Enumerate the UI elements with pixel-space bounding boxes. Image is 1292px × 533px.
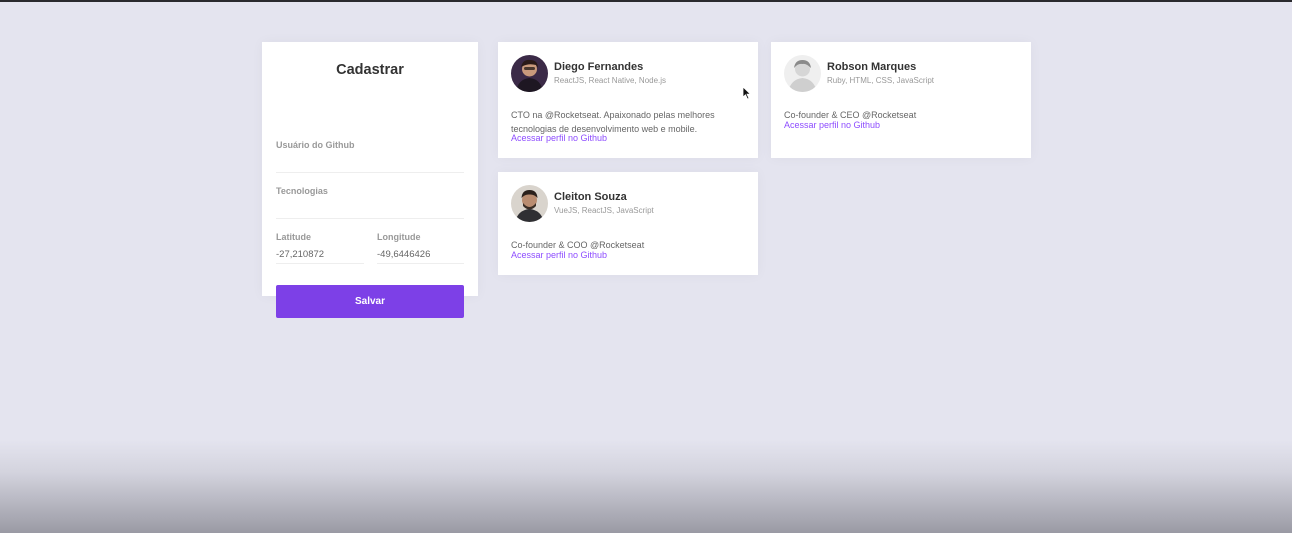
dev-name: Robson Marques [827,61,917,73]
dev-techs: ReactJS, React Native, Node.js [554,76,667,85]
dev-card: Robson Marques Ruby, HTML, CSS, JavaScri… [771,42,1031,158]
dev-card: Diego Fernandes ReactJS, React Native, N… [498,42,758,158]
bottom-shadow-overlay [0,440,1292,533]
dev-card: Cleiton Souza VueJS, ReactJS, JavaScript… [498,172,758,275]
form-title: Cadastrar [336,62,404,78]
github-username-input[interactable] [276,155,464,169]
github-username-field: Usuário do Github [276,140,464,173]
avatar [511,55,548,92]
dev-techs: VueJS, ReactJS, JavaScript [554,206,654,215]
dev-techs: Ruby, HTML, CSS, JavaScript [827,76,934,85]
dev-name: Cleiton Souza [554,191,627,203]
techs-label: Tecnologias [276,186,328,196]
avatar [511,185,548,222]
techs-input[interactable] [276,201,464,215]
avatar-image [511,55,548,92]
techs-field: Tecnologias [276,186,464,219]
longitude-label: Longitude [377,232,421,242]
window-top-border [0,0,1292,2]
github-profile-link[interactable]: Acessar perfil no Github [511,133,607,143]
mouse-pointer-icon [742,86,752,100]
longitude-input[interactable] [377,247,464,261]
avatar-image [784,55,821,92]
github-profile-link[interactable]: Acessar perfil no Github [511,250,607,260]
save-button[interactable]: Salvar [276,285,464,318]
avatar-image [511,185,548,222]
latitude-label: Latitude [276,232,311,242]
dev-bio: CTO na @Rocketseat. Apaixonado pelas mel… [511,110,715,134]
github-profile-link[interactable]: Acessar perfil no Github [784,120,880,130]
dev-name: Diego Fernandes [554,61,644,73]
latitude-input[interactable] [276,247,364,261]
latitude-field: Latitude [276,232,364,264]
longitude-field: Longitude [377,232,464,264]
avatar [784,55,821,92]
register-form-panel: Cadastrar Usuário do Github Tecnologias … [262,42,478,318]
github-username-label: Usuário do Github [276,140,355,150]
